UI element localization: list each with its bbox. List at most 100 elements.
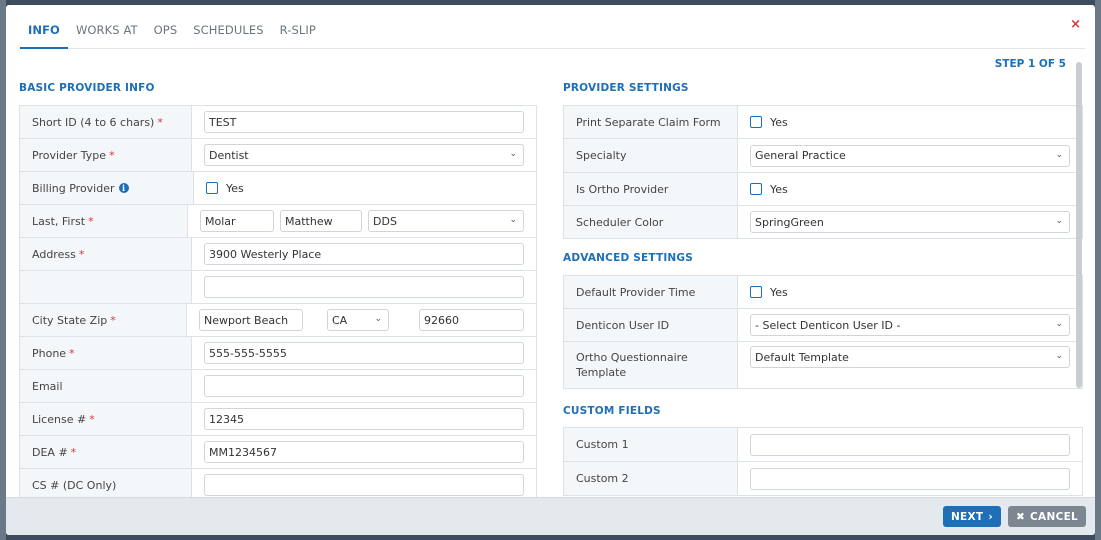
tab-bar: INFO WORKS AT OPS SCHEDULES R-SLIP: [20, 15, 1085, 49]
custom2-input[interactable]: [750, 467, 1070, 490]
custom-fields-title: CUSTOM FIELDS: [563, 405, 661, 417]
provider-settings-table: Print Separate Claim Form Yes Specialty …: [563, 105, 1083, 239]
custom1-input[interactable]: [750, 433, 1070, 456]
chevron-down-icon: ⌄: [509, 149, 517, 159]
scrollbar[interactable]: [1076, 62, 1082, 388]
phone-label: Phone: [32, 346, 67, 360]
row-address-2: [20, 271, 536, 304]
required-marker: *: [70, 445, 77, 459]
required-marker: *: [88, 214, 94, 228]
address-line1-input[interactable]: 3900 Westerly Place: [204, 243, 524, 265]
zip-input[interactable]: 92660: [419, 309, 524, 331]
cancel-button[interactable]: ✖ CANCEL: [1008, 506, 1086, 527]
city-input[interactable]: Newport Beach: [199, 309, 303, 331]
basic-info-title: BASIC PROVIDER INFO: [19, 82, 155, 94]
billing-provider-checkbox[interactable]: [206, 182, 218, 194]
specialty-select[interactable]: General Practice ⌄: [750, 144, 1070, 167]
default-time-checkbox[interactable]: [750, 286, 762, 298]
row-phone: Phone * 555-555-5555: [20, 337, 536, 370]
row-billing-provider: Billing Provider i Yes: [20, 172, 536, 205]
ortho-template-select[interactable]: Default Template ⌄: [750, 346, 1070, 368]
cancel-button-label: CANCEL: [1030, 510, 1079, 523]
tab-schedules[interactable]: SCHEDULES: [185, 15, 271, 49]
required-marker: *: [110, 313, 116, 327]
close-icon: ✖: [1015, 510, 1026, 523]
denticon-user-label: Denticon User ID: [576, 318, 670, 332]
custom-fields-table: Custom 1 Custom 2: [563, 427, 1083, 496]
provider-type-label: Provider Type: [32, 148, 107, 162]
ortho-checkbox[interactable]: [750, 183, 762, 195]
address-line2-input[interactable]: [204, 276, 524, 298]
chevron-right-icon: ›: [988, 510, 994, 523]
chevron-down-icon: ⌄: [1055, 149, 1063, 160]
row-custom-2: Custom 2: [564, 462, 1082, 496]
row-print-claim: Print Separate Claim Form Yes: [564, 106, 1082, 139]
suffix-select[interactable]: DDS ⌄: [368, 210, 524, 232]
custom1-label: Custom 1: [576, 438, 629, 451]
tab-works-at[interactable]: WORKS AT: [68, 15, 146, 49]
required-marker: *: [157, 115, 163, 129]
row-license: License # * 12345: [20, 403, 536, 436]
state-select[interactable]: CA ⌄: [327, 309, 389, 331]
row-dea: DEA # * MM1234567: [20, 436, 536, 469]
cs-input[interactable]: [204, 474, 524, 496]
address-label: Address: [32, 247, 76, 261]
chevron-down-icon: ⌄: [1055, 319, 1063, 329]
short-id-input[interactable]: TEST: [204, 111, 524, 133]
default-time-yes-label: Yes: [770, 285, 788, 299]
row-city-state-zip: City State Zip * Newport Beach CA ⌄ 92660: [20, 304, 536, 337]
row-scheduler-color: Scheduler Color SpringGreen ⌄: [564, 206, 1082, 239]
next-button[interactable]: NEXT ›: [943, 506, 1001, 527]
next-button-label: NEXT: [950, 510, 984, 523]
close-icon[interactable]: ×: [1070, 17, 1081, 32]
specialty-label: Specialty: [576, 149, 627, 162]
print-claim-yes-label: Yes: [770, 115, 788, 129]
billing-provider-yes-label: Yes: [226, 181, 244, 195]
denticon-user-select[interactable]: - Select Denticon User ID - ⌄: [750, 314, 1070, 336]
row-address: Address * 3900 Westerly Place: [20, 238, 536, 271]
ortho-label: Is Ortho Provider: [576, 182, 669, 196]
email-input[interactable]: [204, 375, 524, 397]
chevron-down-icon: ⌄: [509, 215, 517, 225]
short-id-label: Short ID (4 to 6 chars): [32, 115, 155, 129]
chevron-down-icon: ⌄: [1055, 216, 1063, 226]
print-claim-label: Print Separate Claim Form: [576, 115, 721, 129]
last-name-input[interactable]: Molar: [200, 210, 274, 232]
row-short-id: Short ID (4 to 6 chars) * TEST: [20, 106, 536, 139]
scheduler-color-label: Scheduler Color: [576, 215, 664, 229]
tab-info[interactable]: INFO: [20, 15, 68, 49]
provider-type-select[interactable]: Dentist ⌄: [204, 144, 524, 166]
step-indicator: STEP 1 OF 5: [994, 58, 1066, 70]
cs-label: CS # (DC Only): [32, 478, 117, 492]
chevron-down-icon: ⌄: [1055, 351, 1063, 361]
city-state-zip-label: City State Zip: [32, 313, 108, 327]
row-custom-1: Custom 1: [564, 428, 1082, 462]
dea-input[interactable]: MM1234567: [204, 441, 524, 463]
provider-modal: INFO WORKS AT OPS SCHEDULES R-SLIP × STE…: [6, 5, 1095, 535]
tab-ops[interactable]: OPS: [146, 15, 186, 49]
row-specialty: Specialty General Practice ⌄: [564, 139, 1082, 173]
billing-provider-label: Billing Provider: [32, 181, 115, 195]
info-icon[interactable]: i: [118, 183, 129, 193]
print-claim-checkbox[interactable]: [750, 116, 762, 128]
license-input[interactable]: 12345: [204, 408, 524, 430]
license-label: License #: [32, 412, 87, 426]
backdrop-right: [1095, 0, 1101, 540]
row-denticon-user: Denticon User ID - Select Denticon User …: [564, 309, 1082, 342]
default-time-label: Default Provider Time: [576, 285, 696, 299]
first-name-input[interactable]: Matthew: [280, 210, 362, 232]
row-default-time: Default Provider Time Yes: [564, 276, 1082, 309]
phone-input[interactable]: 555-555-5555: [204, 342, 524, 364]
chevron-down-icon: ⌄: [374, 314, 382, 324]
suffix-value: DDS: [373, 214, 397, 228]
scheduler-color-select[interactable]: SpringGreen ⌄: [750, 211, 1070, 233]
scheduler-color-value: SpringGreen: [755, 215, 824, 229]
row-email: Email: [20, 370, 536, 403]
tab-r-slip[interactable]: R-SLIP: [272, 15, 324, 49]
modal-footer: NEXT › ✖ CANCEL: [6, 497, 1095, 535]
provider-settings-title: PROVIDER SETTINGS: [563, 82, 689, 94]
basic-info-table: Short ID (4 to 6 chars) * TEST Provider T…: [19, 105, 537, 502]
advanced-settings-title: ADVANCED SETTINGS: [563, 252, 693, 264]
row-ortho: Is Ortho Provider Yes: [564, 173, 1082, 206]
row-provider-type: Provider Type * Dentist ⌄: [20, 139, 536, 172]
